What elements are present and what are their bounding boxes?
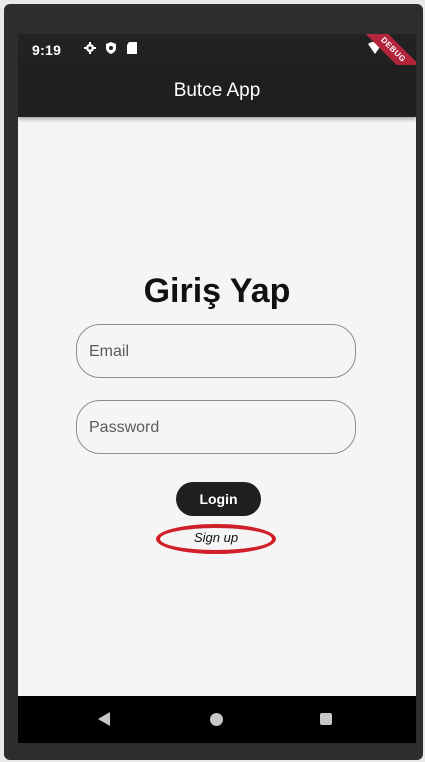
password-field[interactable]: Password	[76, 400, 356, 454]
signup-link[interactable]: Sign up	[156, 524, 276, 554]
page-title: Giriş Yap	[143, 272, 291, 310]
device-frame: 9:19 DEBUG Butce App Giriş Yap Email Pas…	[4, 4, 423, 760]
status-time: 9:19	[32, 42, 62, 58]
status-icons-left	[84, 42, 138, 54]
email-placeholder: Email	[89, 343, 130, 360]
app-title: Butce App	[173, 80, 261, 101]
recents-icon[interactable]	[320, 713, 332, 725]
settings-icon	[84, 42, 96, 54]
back-icon[interactable]	[98, 712, 110, 726]
system-nav-bar	[18, 696, 416, 743]
app-bar: Butce App	[18, 65, 416, 117]
status-bar: 9:19 DEBUG	[18, 34, 416, 88]
shield-icon	[106, 42, 116, 54]
app-screen: 9:19 DEBUG Butce App Giriş Yap Email Pas…	[18, 34, 416, 743]
login-button[interactable]: Login	[176, 482, 261, 516]
sd-card-icon	[127, 42, 137, 54]
email-field[interactable]: Email	[76, 324, 356, 378]
password-placeholder: Password	[89, 419, 160, 436]
home-icon[interactable]	[210, 713, 223, 726]
